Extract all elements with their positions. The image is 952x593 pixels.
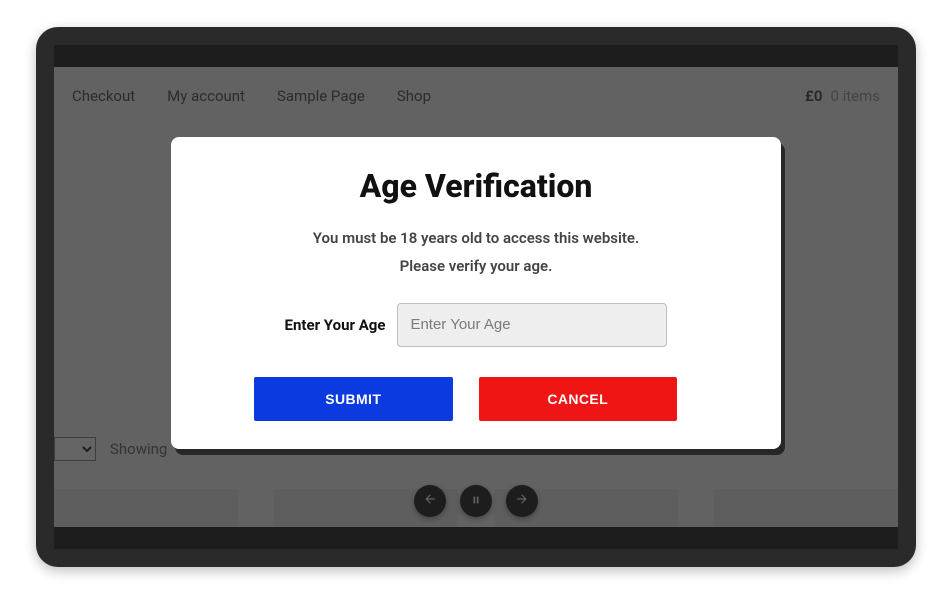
screen: Checkout My account Sample Page Shop £0 … [54,45,898,549]
submit-button[interactable]: SUBMIT [254,377,453,421]
cancel-button[interactable]: CANCEL [479,377,678,421]
modal-buttons: SUBMIT CANCEL [219,377,733,421]
age-input-label: Enter Your Age [285,316,386,334]
device-frame: Checkout My account Sample Page Shop £0 … [36,27,916,567]
age-verification-modal: Age Verification You must be 18 years ol… [171,137,781,449]
age-input-row: Enter Your Age [219,303,733,347]
modal-message-line-2: Please verify your age. [219,257,733,275]
age-input[interactable] [397,303,667,347]
modal-title: Age Verification [219,167,733,205]
modal-message-line-1: You must be 18 years old to access this … [219,229,733,247]
